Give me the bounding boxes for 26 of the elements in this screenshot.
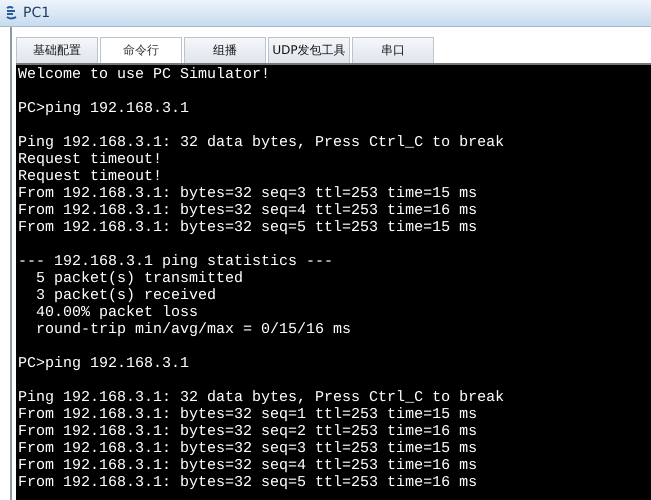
console-line: 3 packet(s) received [35, 287, 216, 304]
console-line: From 192.168.3.1: bytes=32 seq=4 ttl=253 time=16 ms [18, 202, 478, 219]
console-line: 5 packet(s) transmitted [35, 270, 244, 287]
console-line: Ping 192.168.3.1: 32 data bytes, Press Ctrl_C to break [18, 389, 504, 406]
console-line: From 192.168.3.1: bytes=32 seq=5 ttl=253 time=16 ms [18, 474, 478, 491]
console-line: 40.00% packet loss [35, 304, 198, 321]
console-line: PC>ping 192.168.3.1 [18, 100, 190, 117]
console-line: round-trip min/avg/max = 0/15/16 ms [35, 321, 352, 338]
tab[interactable]: 组播 [184, 37, 266, 63]
console-line: From 192.168.3.1: bytes=32 seq=3 ttl=253 time=15 ms [18, 440, 478, 457]
tab[interactable]: 串口 [352, 37, 434, 63]
tab[interactable]: 命令行 [100, 37, 182, 63]
console-line: --- 192.168.3.1 ping statistics --- [18, 253, 334, 270]
tab[interactable]: 基础配置 [16, 37, 98, 63]
console-line: From 192.168.3.1: bytes=32 seq=4 ttl=253 time=16 ms [18, 457, 478, 474]
tab[interactable]: UDP发包工具 [268, 37, 350, 63]
console-line: Request timeout! [18, 168, 162, 185]
console-line: PC>ping 192.168.3.1 [18, 355, 190, 372]
window-title: PC1 [23, 5, 50, 21]
console-line: Welcome to use PC Simulator! [18, 66, 270, 83]
console-line: From 192.168.3.1: bytes=32 seq=2 ttl=253 time=16 ms [18, 423, 478, 440]
console-line: From 192.168.3.1: bytes=32 seq=5 ttl=253 time=15 ms [18, 219, 478, 236]
console-line: From 192.168.3.1: bytes=32 seq=3 ttl=253 time=15 ms [18, 185, 478, 202]
console-line: Request timeout! [18, 151, 162, 168]
console-line: Ping 192.168.3.1: 32 data bytes, Press Ctrl_C to break [18, 134, 504, 151]
console-line: From 192.168.3.1: bytes=32 seq=1 ttl=253 time=15 ms [18, 406, 478, 423]
